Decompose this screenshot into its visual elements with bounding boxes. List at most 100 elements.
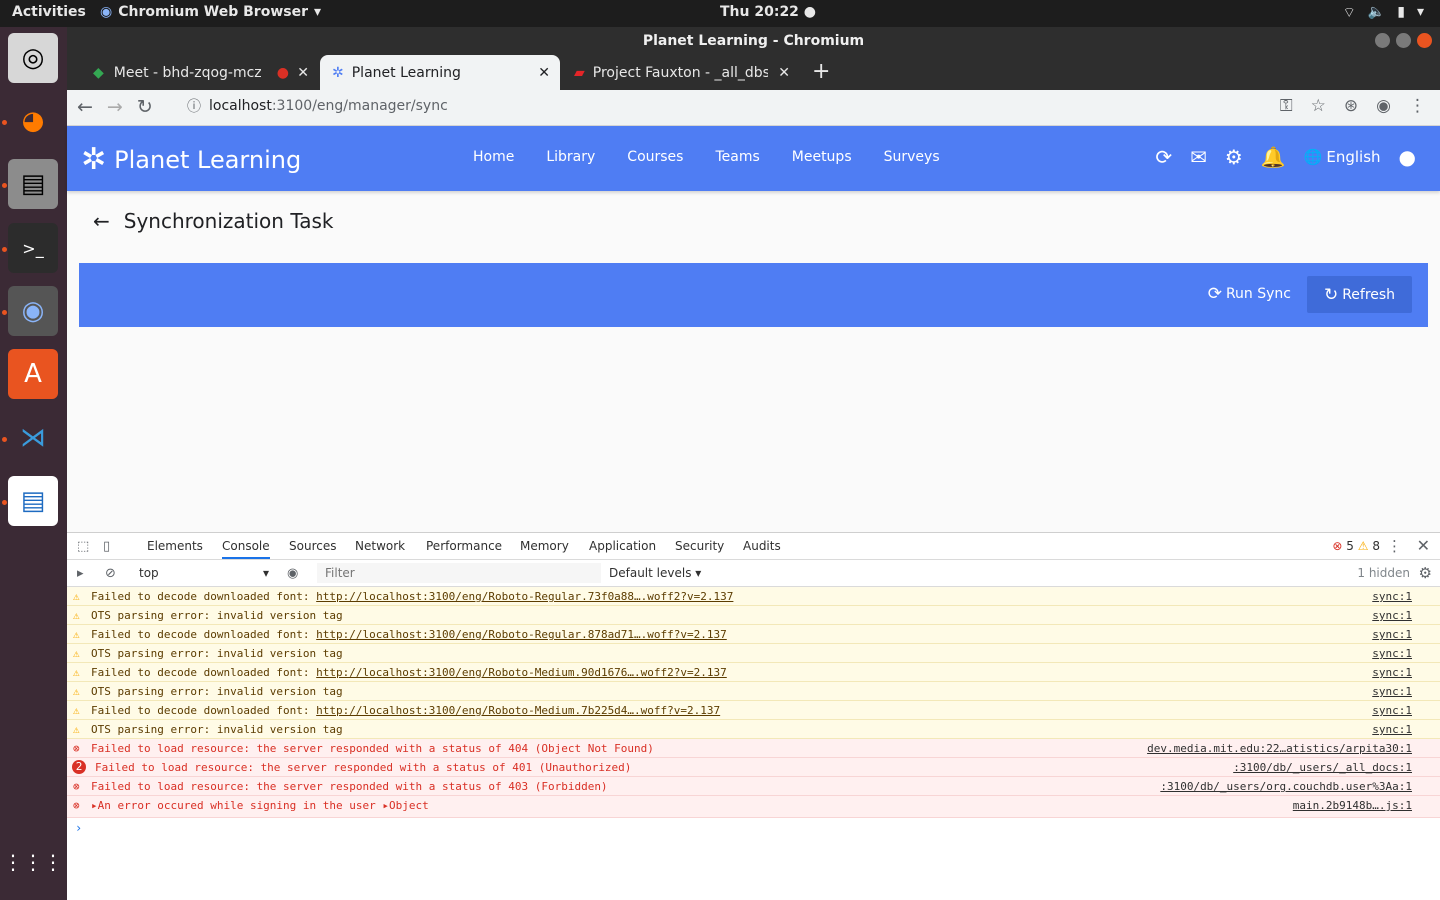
activities-button[interactable]: Activities — [12, 4, 86, 20]
show-apps-icon[interactable]: ⋮⋮⋮ — [3, 837, 63, 887]
console-message: ⚠ OTS parsing error: invalid version tag… — [67, 644, 1440, 663]
close-tab-icon[interactable]: ✕ — [538, 65, 550, 81]
vscode-icon[interactable]: ⋊ — [8, 413, 58, 463]
message-source-link[interactable]: sync:1 — [1372, 701, 1412, 720]
tab-planet-learning[interactable]: ✲ Planet Learning ✕ — [320, 55, 560, 90]
console-settings-gear-icon[interactable]: ⚙ — [1419, 564, 1432, 582]
nav-home[interactable]: Home — [473, 149, 514, 165]
extension-icon[interactable]: ⊛ — [1344, 96, 1358, 116]
app-menu[interactable]: ◉ Chromium Web Browser ▾ — [100, 4, 321, 20]
files-icon[interactable]: ▤ — [8, 159, 58, 209]
rhythmbox-icon[interactable]: ◎ — [8, 33, 58, 83]
message-source-link[interactable]: :3100/db/_users/org.couchdb.user%3Aa:1 — [1160, 777, 1412, 796]
forward-icon[interactable]: → — [107, 96, 123, 118]
bookmark-star-icon[interactable]: ☆ — [1311, 96, 1326, 116]
brand-title: Planet Learning — [114, 145, 302, 174]
sidebar-toggle-icon[interactable]: ▸ — [77, 566, 84, 581]
minimize-button[interactable] — [1375, 33, 1390, 48]
software-center-icon[interactable]: A — [8, 349, 58, 399]
message-source-link[interactable]: sync:1 — [1372, 663, 1412, 682]
console-message[interactable]: ⊗ ▸An error occured while signing in the… — [67, 796, 1440, 818]
back-icon[interactable]: ← — [77, 96, 93, 118]
meet-icon: ◆ — [93, 64, 104, 81]
mail-icon[interactable]: ✉ — [1190, 145, 1207, 169]
devtools-tab-audits[interactable]: Audits — [743, 539, 781, 553]
run-sync-button[interactable]: ⟳ Run Sync — [1208, 284, 1291, 304]
firefox-icon[interactable]: ◕ — [8, 96, 58, 146]
back-arrow-icon[interactable]: ← — [93, 209, 110, 233]
clock[interactable]: Thu 20:22 ● — [720, 4, 816, 20]
devtools-tab-sources[interactable]: Sources — [289, 539, 336, 553]
close-devtools-icon[interactable]: ✕ — [1417, 536, 1430, 555]
nav-surveys[interactable]: Surveys — [884, 149, 940, 165]
devtools-menu-icon[interactable]: ⋮ — [1387, 537, 1402, 555]
devtools-tab-application[interactable]: Application — [589, 539, 656, 553]
message-source-link[interactable]: sync:1 — [1372, 625, 1412, 644]
devtools-tab-security[interactable]: Security — [675, 539, 724, 553]
message-link[interactable]: http://localhost:3100/eng/Roboto-Medium.… — [316, 704, 720, 717]
profile-icon[interactable]: ◉ — [1376, 96, 1391, 116]
live-expression-eye-icon[interactable]: ◉ — [287, 566, 298, 581]
brand[interactable]: ✲ Planet Learning — [81, 142, 301, 177]
close-tab-icon[interactable]: ✕ — [778, 65, 790, 81]
inspect-element-icon[interactable]: ⬚ — [77, 539, 89, 554]
message-source-link[interactable]: main.2b9148b….js:1 — [1293, 796, 1412, 815]
message-link[interactable]: http://localhost:3100/eng/Roboto-Regular… — [316, 628, 727, 641]
writer-icon[interactable]: ▤ — [8, 476, 58, 526]
message-link[interactable]: http://localhost:3100/eng/Roboto-Medium.… — [316, 666, 727, 679]
reload-icon[interactable]: ↻ — [137, 96, 153, 118]
issue-counts[interactable]: ⊗ 5 ⚠ 8 — [1332, 539, 1380, 553]
message-source-link[interactable]: sync:1 — [1372, 682, 1412, 701]
run-sync-label: Run Sync — [1225, 286, 1291, 302]
console-filter-input[interactable] — [317, 563, 601, 583]
chrome-menu-icon[interactable]: ⋮ — [1409, 96, 1426, 116]
toolbar-right: ⚿ ☆ ⊛ ◉ ⋮ — [1280, 96, 1426, 116]
language-selector[interactable]: 🌐 English — [1304, 148, 1381, 166]
message-source-link[interactable]: sync:1 — [1372, 587, 1412, 606]
notifications-bell-icon[interactable]: 🔔 — [1261, 145, 1286, 169]
chevron-down-icon: ▾ — [314, 4, 322, 20]
console-prompt[interactable]: › — [67, 818, 1440, 838]
message-source-link[interactable]: sync:1 — [1372, 644, 1412, 663]
error-icon: ⊗ — [73, 742, 80, 755]
terminal-icon[interactable]: >_ — [8, 223, 58, 273]
chromium-dock-icon[interactable]: ◉ — [8, 286, 58, 336]
refresh-button[interactable]: ↻ Refresh — [1307, 276, 1412, 313]
omnibox-bar: ← → ↻ ⓘ localhost:3100/eng/manager/sync … — [67, 90, 1440, 126]
new-tab-button[interactable]: + — [812, 59, 830, 84]
nav-buttons: ← → ↻ — [77, 96, 153, 118]
message-text: ▸An error occured while signing in the u… — [91, 799, 429, 812]
admin-settings-icon[interactable]: ⚙ — [1225, 145, 1243, 169]
message-source-link[interactable]: :3100/db/_users/_all_docs:1 — [1233, 758, 1412, 777]
devtools-panel: ⬚ ▯ Elements Console Sources Network Per… — [67, 532, 1440, 900]
message-link[interactable]: http://localhost:3100/eng/Roboto-Regular… — [316, 590, 733, 603]
device-toolbar-icon[interactable]: ▯ — [103, 539, 110, 554]
message-source-link[interactable]: sync:1 — [1372, 720, 1412, 739]
devtools-tab-console[interactable]: Console — [222, 539, 270, 559]
nav-teams[interactable]: Teams — [715, 149, 759, 165]
tab-meet[interactable]: ◆ Meet - bhd-zqog-mcz ● ✕ — [81, 55, 319, 90]
context-selector[interactable]: top ▾ — [133, 564, 273, 583]
clear-console-icon[interactable]: ⊘ — [105, 566, 116, 581]
account-circle-icon[interactable]: ● — [1399, 145, 1416, 169]
sync-status-icon[interactable]: ⟳ — [1155, 145, 1172, 169]
url-host: localhost — [209, 98, 272, 114]
nav-library[interactable]: Library — [546, 149, 595, 165]
maximize-button[interactable] — [1396, 33, 1411, 48]
close-window-button[interactable] — [1417, 33, 1432, 48]
address-bar[interactable]: ⓘ localhost:3100/eng/manager/sync — [187, 96, 448, 116]
log-levels-dropdown[interactable]: Default levels ▾ — [609, 566, 701, 580]
devtools-tab-performance[interactable]: Performance — [426, 539, 502, 553]
message-source-link[interactable]: dev.media.mit.edu:22…atistics/arpita30:1 — [1147, 739, 1412, 758]
nav-meetups[interactable]: Meetups — [792, 149, 852, 165]
message-source-link[interactable]: sync:1 — [1372, 606, 1412, 625]
devtools-tab-network[interactable]: Network — [355, 539, 405, 553]
warning-icon: ⚠ — [73, 590, 80, 603]
devtools-tab-memory[interactable]: Memory — [520, 539, 569, 553]
system-tray[interactable]: ⌔ 🔈 ▮ ▾ — [1343, 4, 1424, 22]
key-icon[interactable]: ⚿ — [1280, 96, 1293, 116]
nav-courses[interactable]: Courses — [627, 149, 683, 165]
close-tab-icon[interactable]: ✕ — [297, 65, 309, 81]
devtools-tab-elements[interactable]: Elements — [147, 539, 203, 553]
tab-fauxton[interactable]: ▰ Project Fauxton - _all_dbs ✕ — [562, 55, 800, 90]
